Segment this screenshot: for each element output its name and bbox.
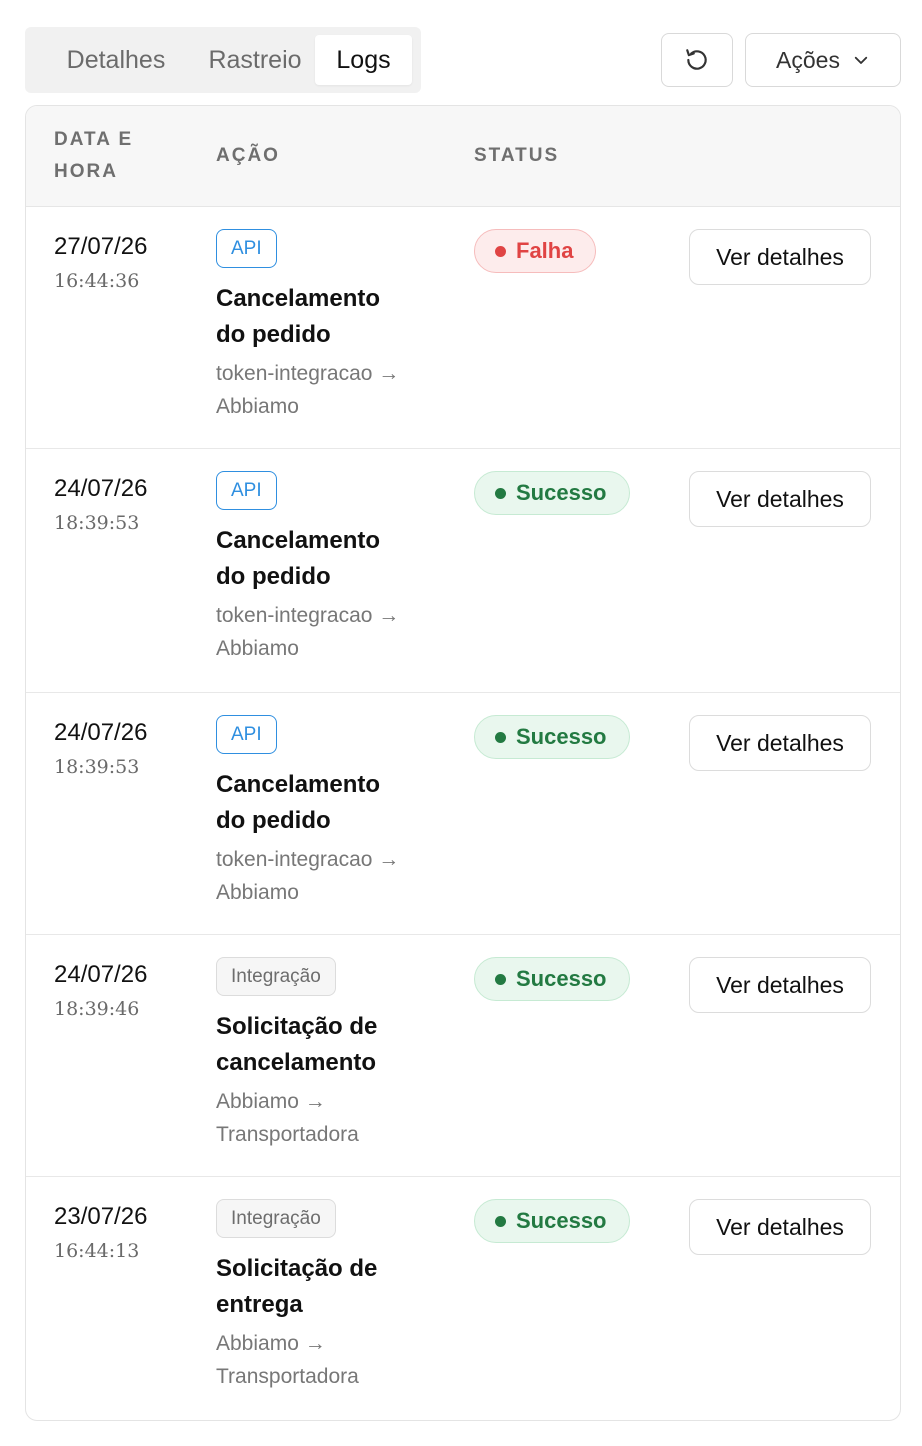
row-time: 16:44:36 <box>54 270 140 292</box>
tab-rastreio[interactable]: Rastreio <box>185 35 325 85</box>
view-details-button[interactable]: Ver detalhes <box>689 715 871 771</box>
table-row: 24/07/26 18:39:53 API Cancelamento do pedido… <box>26 449 900 693</box>
status-badge: Sucesso <box>474 1199 630 1243</box>
row-title: Solicitação de entrega <box>216 1251 446 1323</box>
source-tag: Integração <box>216 957 336 996</box>
row-title-line1: Solicitação de <box>216 1013 378 1040</box>
row-route-line1: Abbiamo → <box>216 1090 326 1113</box>
row-title-line1: Cancelamento <box>216 771 381 798</box>
tab-logs[interactable]: Logs <box>315 35 412 85</box>
row-time: 18:39:46 <box>54 998 140 1020</box>
row-date: 24/07/26 <box>54 719 148 746</box>
row-route-line1: token-integracao → <box>216 848 400 871</box>
row-route: token-integracao → Abbiamo <box>216 843 456 909</box>
row-title: Cancelamento do pedido <box>216 523 446 595</box>
row-route: Abbiamo → Transportadora <box>216 1085 456 1151</box>
status-dot-icon <box>495 487 506 499</box>
row-date: 24/07/26 <box>54 961 148 988</box>
row-route-line2: Abbiamo <box>216 637 299 660</box>
header-status: STATUS <box>474 145 560 166</box>
chevron-down-icon <box>854 56 868 64</box>
row-title-line1: Solicitação de <box>216 1255 378 1282</box>
view-details-button[interactable]: Ver detalhes <box>689 229 871 285</box>
logs-table: DATA E HORA AÇÃO STATUS 27/07/26 16:44:36… <box>25 105 901 1421</box>
row-route-line2: Transportadora <box>216 1365 359 1388</box>
row-title-line2: do pedido <box>216 321 331 348</box>
header-date-line2: HORA <box>54 161 118 182</box>
row-route-line2: Abbiamo <box>216 881 299 904</box>
status-label: Sucesso <box>516 480 607 505</box>
view-details-button[interactable]: Ver detalhes <box>689 957 871 1013</box>
source-tag: API <box>216 715 277 754</box>
status-dot-icon <box>495 1215 506 1227</box>
status-badge: Sucesso <box>474 471 630 515</box>
status-dot-icon <box>495 731 506 743</box>
table-header: DATA E HORA AÇÃO STATUS <box>26 106 900 207</box>
row-route-line1: token-integracao → <box>216 362 400 385</box>
row-route-line1: token-integracao → <box>216 604 400 627</box>
row-date: 24/07/26 <box>54 475 148 502</box>
row-route-line2: Abbiamo <box>216 395 299 418</box>
tab-detalhes[interactable]: Detalhes <box>37 35 195 85</box>
row-route: token-integracao → Abbiamo <box>216 357 456 423</box>
view-details-button[interactable]: Ver detalhes <box>689 471 871 527</box>
row-title-line1: Cancelamento <box>216 285 381 312</box>
row-time: 16:44:13 <box>54 1240 140 1262</box>
tab-bar: Detalhes Rastreio Logs <box>25 27 421 93</box>
table-row: 27/07/26 16:44:36 API Cancelamento do pedido… <box>26 207 900 449</box>
source-tag: API <box>216 471 277 510</box>
row-date: 27/07/26 <box>54 233 148 260</box>
refresh-icon <box>686 49 707 70</box>
row-route: Abbiamo → Transportadora <box>216 1327 456 1393</box>
row-time: 18:39:53 <box>54 756 140 778</box>
refresh-button[interactable] <box>661 33 733 87</box>
row-time: 18:39:53 <box>54 512 140 534</box>
status-dot-icon <box>495 245 506 257</box>
source-tag: Integração <box>216 1199 336 1238</box>
row-title-line2: do pedido <box>216 563 331 590</box>
row-route-line2: Transportadora <box>216 1123 359 1146</box>
row-title-line2: entrega <box>216 1291 303 1318</box>
status-badge: Falha <box>474 229 597 273</box>
status-badge: Sucesso <box>474 957 630 1001</box>
row-route: token-integracao → Abbiamo <box>216 599 456 665</box>
row-title: Cancelamento do pedido <box>216 281 446 353</box>
header-action: AÇÃO <box>216 145 280 166</box>
row-title-line1: Cancelamento <box>216 527 381 554</box>
status-label: Falha <box>516 238 574 263</box>
source-tag: API <box>216 229 277 268</box>
status-badge: Sucesso <box>474 715 630 759</box>
table-row: 23/07/26 16:44:13 Integração Solicitação de… <box>26 1177 900 1420</box>
status-dot-icon <box>495 973 506 985</box>
row-date: 23/07/26 <box>54 1203 148 1230</box>
table-row: 24/07/26 18:39:46 Integração Solicitação de… <box>26 935 900 1177</box>
row-title: Cancelamento do pedido <box>216 767 446 839</box>
row-route-line1: Abbiamo → <box>216 1332 326 1355</box>
header-date-line1: DATA E <box>54 129 134 150</box>
row-title-line2: do pedido <box>216 807 331 834</box>
actions-dropdown[interactable]: Ações <box>745 33 901 87</box>
row-title-line2: cancelamento <box>216 1049 377 1076</box>
view-details-button[interactable]: Ver detalhes <box>689 1199 871 1255</box>
table-row: 24/07/26 18:39:53 API Cancelamento do pedido… <box>26 693 900 935</box>
row-title: Solicitação de cancelamento <box>216 1009 446 1081</box>
status-label: Sucesso <box>516 1208 607 1233</box>
header-date: DATA E HORA <box>54 124 164 188</box>
status-label: Sucesso <box>516 966 607 991</box>
status-label: Sucesso <box>516 724 607 749</box>
actions-label: Ações <box>776 46 840 73</box>
